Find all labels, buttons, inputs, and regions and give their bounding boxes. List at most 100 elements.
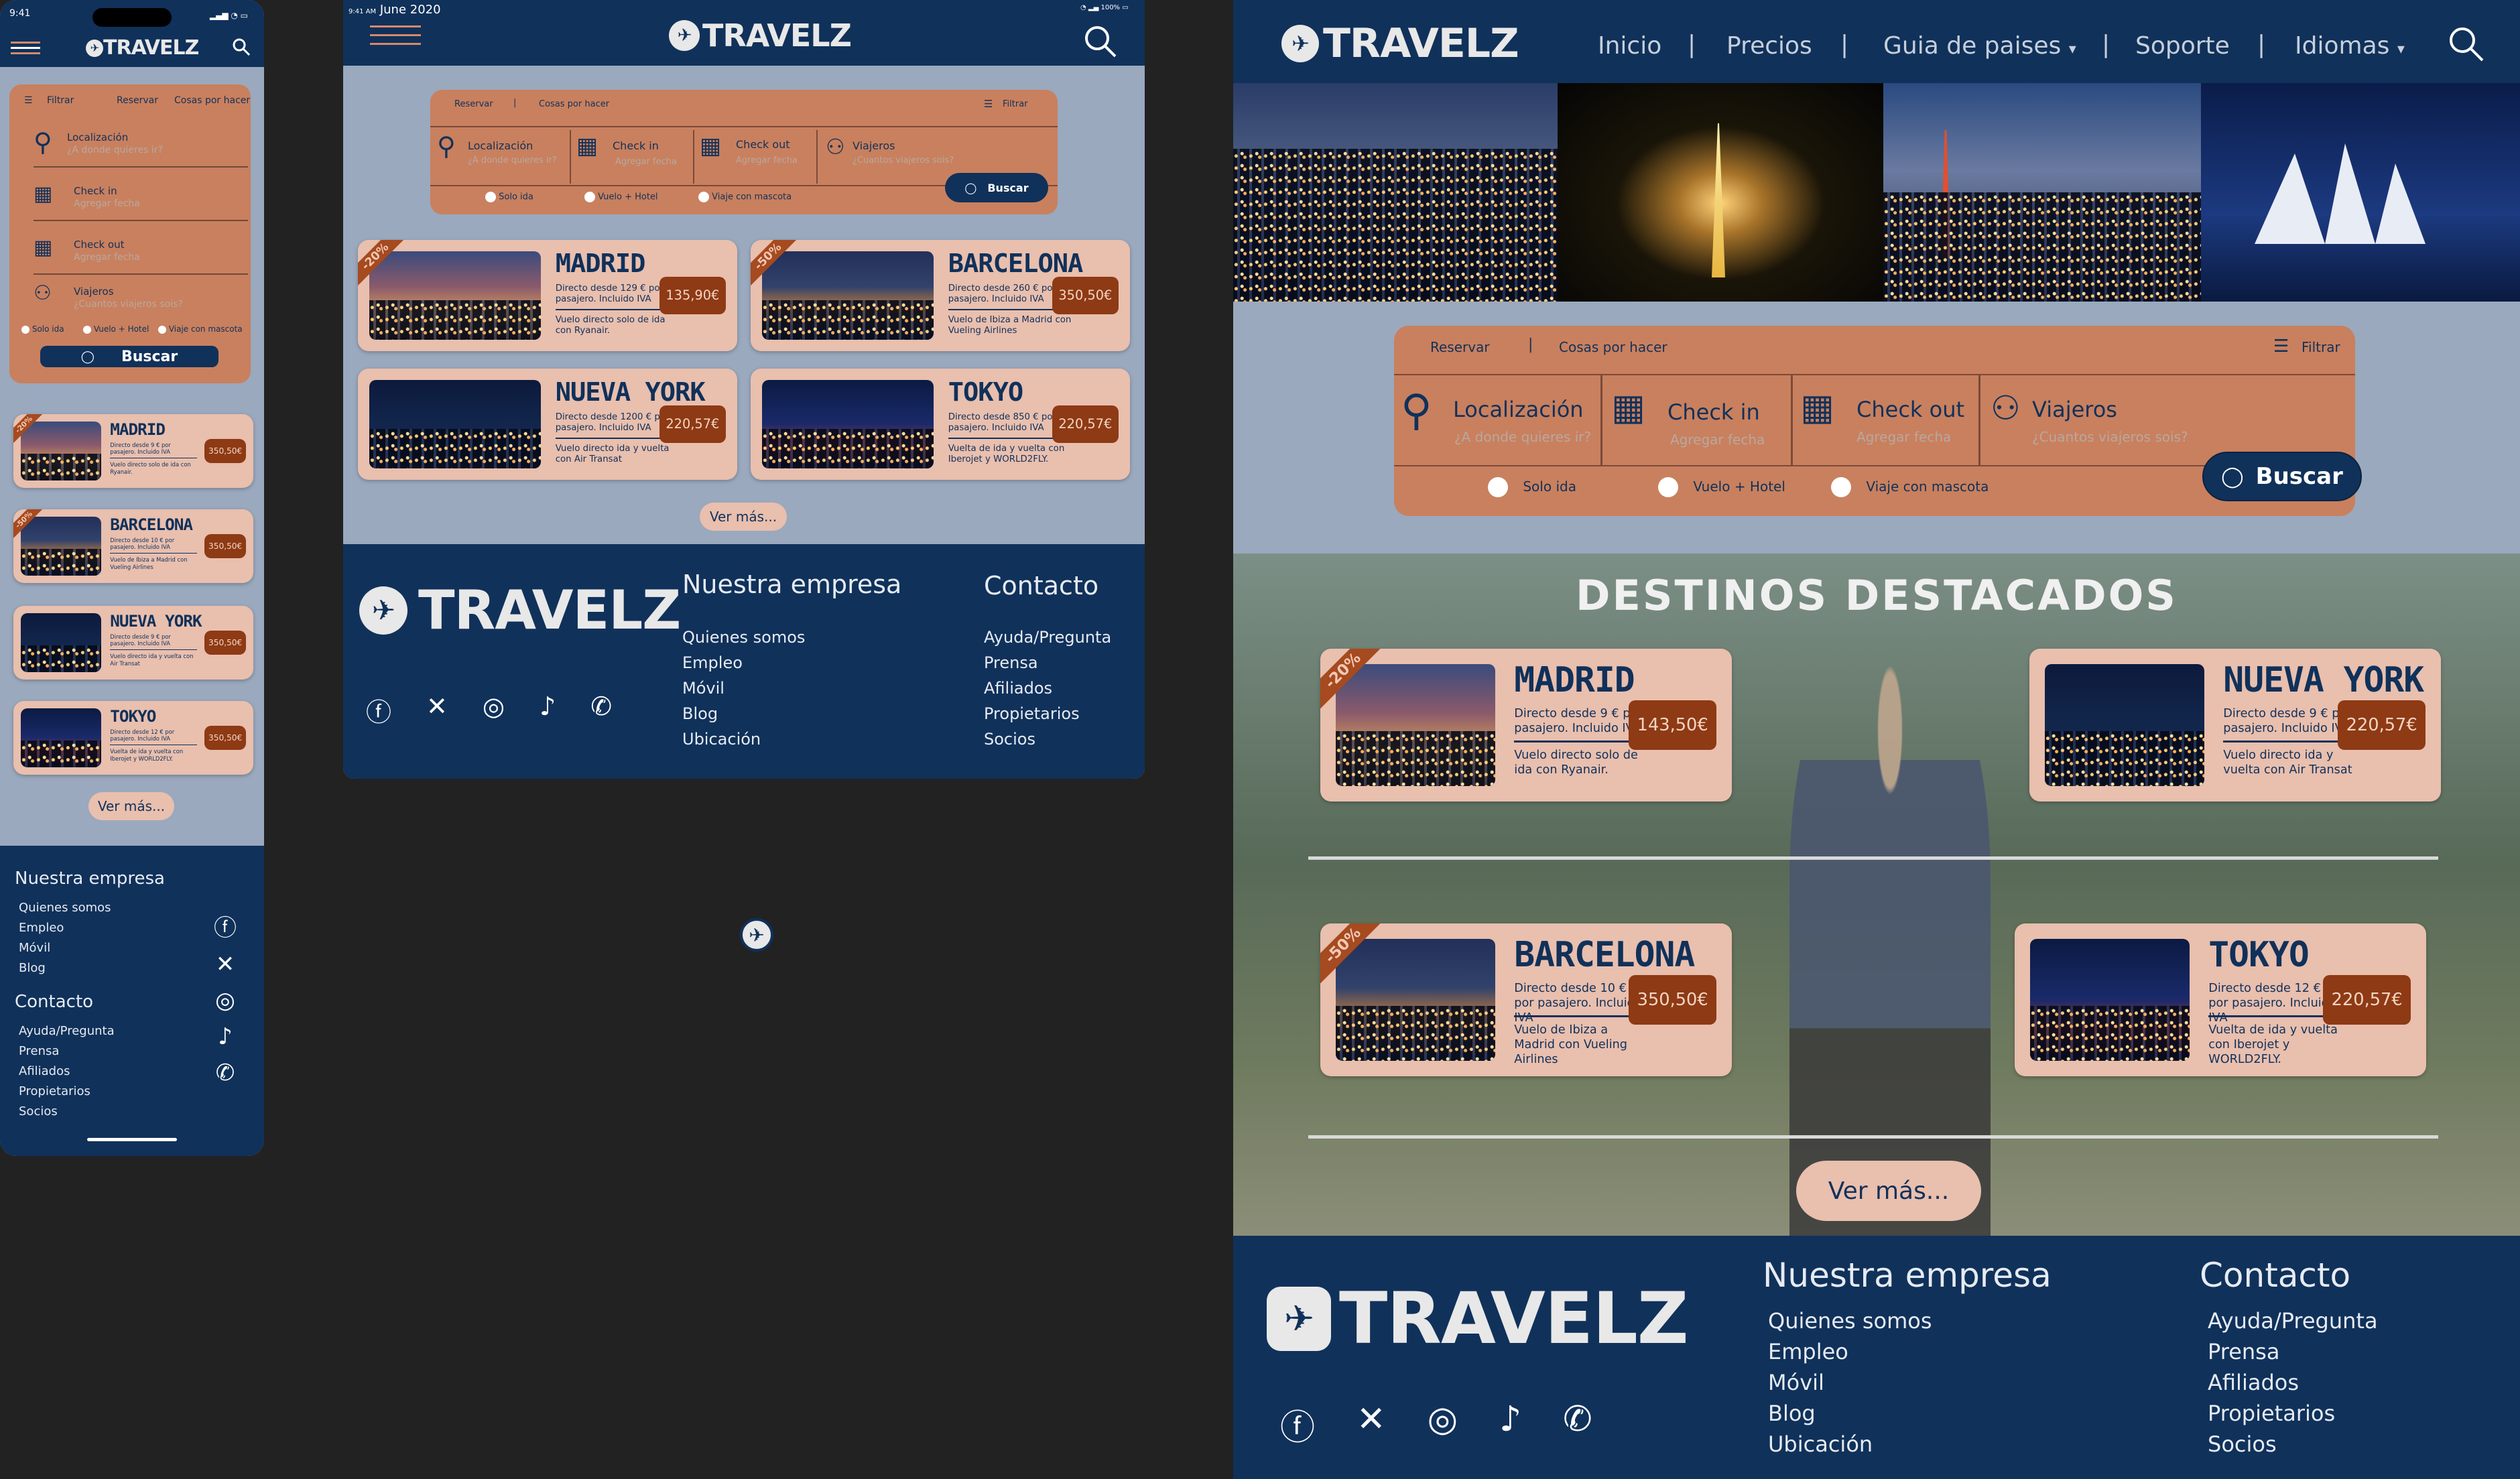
- field-checkout[interactable]: ▦ Check out Agregar fecha: [700, 131, 814, 181]
- footer-link[interactable]: Quienes somos: [1768, 1305, 1932, 1336]
- footer-link[interactable]: Empleo: [1768, 1336, 1932, 1367]
- destination-card[interactable]: NUEVA YORK Directo desde 1200 € por pasaj…: [358, 369, 737, 480]
- instagram-icon[interactable]: ◎: [209, 982, 241, 1019]
- field-checkin[interactable]: ▦ Check in Agregar fecha: [576, 131, 690, 181]
- footer-link[interactable]: Socios: [2208, 1429, 2378, 1460]
- footer-link[interactable]: Prensa: [19, 1041, 115, 1062]
- tab-cosas[interactable]: Cosas por hacer: [539, 99, 609, 109]
- footer-link[interactable]: Propietarios: [19, 1082, 115, 1102]
- price-badge[interactable]: 220,57€: [659, 405, 726, 443]
- footer-link[interactable]: Prensa: [984, 650, 1111, 676]
- filter-label[interactable]: Filtrar: [2302, 339, 2340, 355]
- field-localizacion[interactable]: ⚲ Localización ¿A donde quieres ir?: [437, 131, 568, 181]
- tiktok-icon[interactable]: ♪: [1499, 1399, 1521, 1450]
- footer-link[interactable]: Ubicación: [1768, 1429, 1932, 1460]
- destination-card[interactable]: MADRID Directo desde 9 € por pasajero. In…: [13, 414, 253, 488]
- footer-link[interactable]: Afiliados: [2208, 1367, 2378, 1398]
- search-button[interactable]: ◯ Buscar: [945, 173, 1048, 202]
- option-mascota[interactable]: Viaje con mascota: [1831, 477, 1989, 497]
- hamburger-icon[interactable]: [11, 42, 40, 56]
- footer-link[interactable]: Quienes somos: [19, 898, 111, 918]
- destination-card[interactable]: BARCELONA Directo desde 10 € por pasajero…: [13, 509, 253, 583]
- price-badge[interactable]: 220,57€: [1052, 405, 1119, 443]
- tiktok-icon[interactable]: ♪: [209, 1019, 241, 1055]
- destination-card[interactable]: TOKYO Directo desde 12 € por pasajero. In…: [2015, 923, 2426, 1076]
- tablet-logo[interactable]: ✈ TRAVELZ: [669, 17, 852, 54]
- footer-link[interactable]: Móvil: [1768, 1367, 1932, 1398]
- tab-reservar[interactable]: Reservar: [117, 95, 158, 106]
- footer-link[interactable]: Propietarios: [2208, 1398, 2378, 1429]
- search-icon[interactable]: [2448, 25, 2485, 63]
- more-button[interactable]: Ver más...: [700, 503, 787, 531]
- price-badge[interactable]: 350,50€: [1052, 277, 1119, 314]
- option-vuelo-hotel[interactable]: Vuelo + Hotel: [584, 192, 658, 202]
- destination-card[interactable]: TOKYO Directo desde 12 € por pasajero. In…: [13, 701, 253, 775]
- nav-idiomas[interactable]: Idiomas ▾: [2295, 32, 2405, 60]
- tab-reservar[interactable]: Reservar: [1430, 339, 1490, 355]
- whatsapp-icon[interactable]: ✆: [1563, 1399, 1592, 1450]
- hamburger-icon[interactable]: [370, 25, 421, 50]
- whatsapp-icon[interactable]: ✆: [590, 692, 612, 728]
- filter-label[interactable]: Filtrar: [47, 95, 74, 106]
- footer-logo[interactable]: ✈ TRAVELZ: [1267, 1277, 1689, 1360]
- footer-link[interactable]: Propietarios: [984, 701, 1111, 726]
- footer-link[interactable]: Empleo: [682, 650, 805, 676]
- option-vuelo-hotel[interactable]: Vuelo + Hotel: [83, 324, 149, 334]
- destination-card[interactable]: TOKYO Directo desde 850 € por pasajero. I…: [751, 369, 1130, 480]
- nav-soporte[interactable]: Soporte: [2135, 32, 2230, 60]
- footer-link[interactable]: Blog: [682, 701, 805, 726]
- field-viajeros[interactable]: ⚇ Viajeros ¿Cuantos viajeros sois?: [1991, 386, 2218, 453]
- footer-link[interactable]: Empleo: [19, 918, 111, 938]
- tab-cosas[interactable]: Cosas por hacer: [174, 95, 250, 106]
- footer-link[interactable]: Prensa: [2208, 1336, 2378, 1367]
- price-badge[interactable]: 350,50€: [204, 726, 247, 750]
- price-badge[interactable]: 220,57€: [2338, 700, 2426, 751]
- field-checkout[interactable]: ▦ Check out Agregar fecha: [34, 232, 248, 275]
- footer-link[interactable]: Blog: [19, 958, 111, 978]
- desktop-logo[interactable]: ✈ TRAVELZ: [1281, 20, 1519, 67]
- destination-card[interactable]: BARCELONA Directo desde 10 € por pasajero…: [1320, 923, 1732, 1076]
- nav-guia[interactable]: Guia de paises ▾: [1883, 32, 2076, 60]
- x-icon[interactable]: ✕: [209, 946, 241, 982]
- filter-label[interactable]: Filtrar: [1003, 99, 1028, 109]
- destination-card[interactable]: MADRID Directo desde 9 € por pasajero. In…: [1320, 649, 1732, 801]
- tiktok-icon[interactable]: ♪: [540, 692, 556, 728]
- field-localizacion[interactable]: ⚲ Localización ¿A donde quieres ir?: [34, 125, 248, 168]
- footer-link[interactable]: Blog: [1768, 1398, 1932, 1429]
- option-solo-ida[interactable]: Solo ida: [485, 192, 533, 202]
- search-icon[interactable]: [1083, 24, 1118, 59]
- facebook-icon[interactable]: ⓕ: [1280, 1399, 1315, 1450]
- whatsapp-icon[interactable]: ✆: [209, 1055, 241, 1091]
- x-icon[interactable]: ✕: [1357, 1399, 1386, 1450]
- tab-reservar[interactable]: Reservar: [454, 99, 493, 109]
- footer-link[interactable]: Quienes somos: [682, 625, 805, 650]
- price-badge[interactable]: 220,57€: [2323, 974, 2411, 1025]
- field-viajeros[interactable]: ⚇ Viajeros ¿Cuantos viajeros sois?: [34, 279, 248, 319]
- filter-icon[interactable]: ☰: [2273, 336, 2289, 357]
- footer-link[interactable]: Ubicación: [682, 726, 805, 752]
- option-solo-ida[interactable]: Solo ida: [1488, 477, 1576, 497]
- footer-link[interactable]: Ayuda/Pregunta: [2208, 1305, 2378, 1336]
- option-vuelo-hotel[interactable]: Vuelo + Hotel: [1658, 477, 1785, 497]
- search-button[interactable]: ◯ Buscar: [2202, 452, 2362, 501]
- footer-link[interactable]: Afiliados: [984, 676, 1111, 701]
- more-button[interactable]: Ver más...: [1796, 1161, 1981, 1221]
- destination-card[interactable]: NUEVA YORK Directo desde 9 € por pasajero…: [2029, 649, 2441, 801]
- option-solo-ida[interactable]: Solo ida: [21, 324, 64, 334]
- option-mascota[interactable]: Viaje con mascota: [158, 324, 243, 334]
- nav-precios[interactable]: Precios: [1726, 32, 1812, 60]
- footer-link[interactable]: Móvil: [682, 676, 805, 701]
- option-mascota[interactable]: Viaje con mascota: [698, 192, 792, 202]
- instagram-icon[interactable]: ◎: [1428, 1399, 1458, 1450]
- footer-link[interactable]: Ayuda/Pregunta: [19, 1021, 115, 1041]
- x-icon[interactable]: ✕: [426, 692, 448, 728]
- search-icon[interactable]: [232, 38, 251, 56]
- filter-icon[interactable]: ☰: [24, 95, 33, 106]
- nav-inicio[interactable]: Inicio: [1598, 32, 1661, 60]
- footer-link[interactable]: Afiliados: [19, 1062, 115, 1082]
- footer-link[interactable]: Ayuda/Pregunta: [984, 625, 1111, 650]
- price-badge[interactable]: 350,50€: [1629, 974, 1717, 1025]
- facebook-icon[interactable]: ⓕ: [209, 910, 241, 946]
- destination-card[interactable]: BARCELONA Directo desde 260 € por pasajer…: [751, 240, 1130, 351]
- footer-link[interactable]: Socios: [984, 726, 1111, 752]
